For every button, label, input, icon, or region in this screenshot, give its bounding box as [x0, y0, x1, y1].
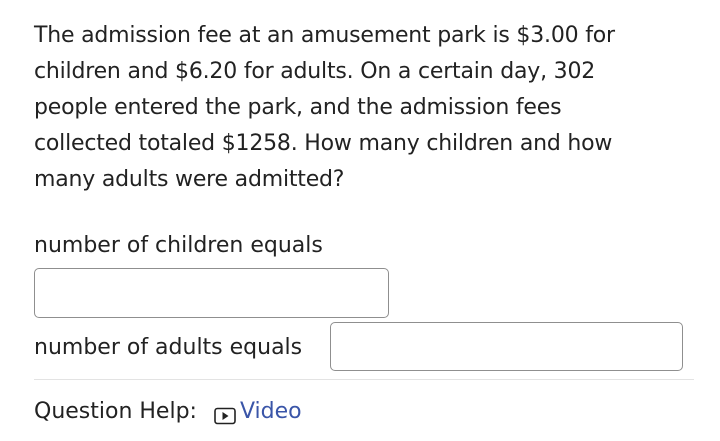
video-help-link[interactable]: Video	[214, 396, 302, 428]
question-line: children and $6.20 for adults. On a cert…	[34, 59, 596, 84]
question-line: The admission fee at an amusement park i…	[34, 23, 615, 48]
question-line: collected totaled $1258. How many childr…	[34, 131, 613, 156]
children-answer-input[interactable]	[34, 268, 389, 318]
question-text: The admission fee at an amusement park i…	[34, 18, 684, 198]
children-answer-label: number of children equals	[34, 233, 323, 258]
video-play-icon	[214, 403, 236, 425]
question-help: Question Help: Video	[34, 396, 302, 428]
adults-answer-label: number of adults equals	[34, 335, 303, 360]
video-link-label[interactable]: Video	[240, 396, 302, 428]
question-help-label: Question Help:	[34, 399, 197, 424]
divider	[34, 379, 694, 380]
question-line: people entered the park, and the admissi…	[34, 95, 562, 120]
question-line: many adults were admitted?	[34, 167, 345, 192]
adults-answer-input[interactable]	[330, 322, 683, 371]
